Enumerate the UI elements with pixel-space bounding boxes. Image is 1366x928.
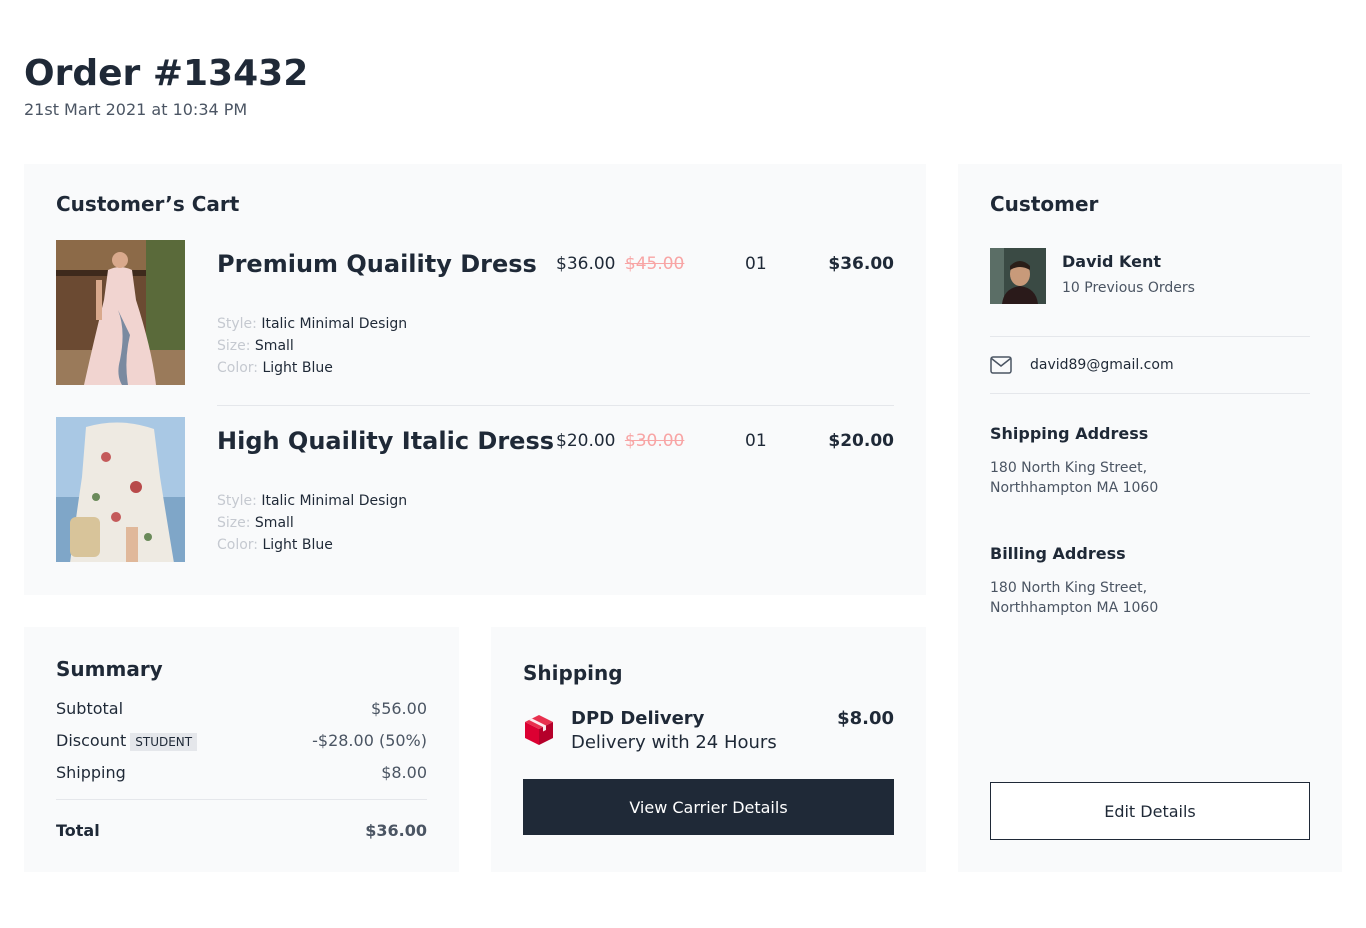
product-quantity: 01 xyxy=(745,431,767,451)
product-total: $36.00 xyxy=(828,254,894,274)
product-price: $20.00 $30.00 xyxy=(556,431,684,451)
customer-divider xyxy=(990,393,1310,394)
old-price: $45.00 xyxy=(624,254,685,274)
discount-row: Discount STUDENT -$28.00 (50%) xyxy=(56,731,427,751)
total-row: Total $36.00 xyxy=(56,821,427,840)
dpd-box-icon xyxy=(525,715,553,745)
attr-value: Italic Minimal Design xyxy=(261,493,408,509)
summary-panel: Summary Subtotal $56.00 Discount STUDENT … xyxy=(24,627,459,872)
product-attributes: Style: Italic Minimal Design Size: Small… xyxy=(217,490,407,556)
attr-value: Light Blue xyxy=(262,537,333,553)
attr-label: Style: xyxy=(217,493,257,509)
item-divider xyxy=(217,405,894,406)
product-total: $20.00 xyxy=(828,431,894,451)
shipping-address-title: Shipping Address xyxy=(990,424,1149,443)
product-price: $36.00 $45.00 xyxy=(556,254,684,274)
shipping-value: $8.00 xyxy=(381,763,427,782)
product-name[interactable]: Premium Quaility Dress xyxy=(217,250,537,278)
customer-divider xyxy=(990,336,1310,337)
summary-divider xyxy=(56,799,427,800)
avatar[interactable] xyxy=(990,248,1046,304)
current-price: $36.00 xyxy=(556,254,616,274)
attr-value: Italic Minimal Design xyxy=(261,316,408,332)
view-carrier-details-button[interactable]: View Carrier Details xyxy=(523,779,894,835)
color-attribute: Color: Light Blue xyxy=(217,357,407,379)
cart-item: High Quaility Italic Dress $20.00 $30.00… xyxy=(56,417,894,563)
subtotal-row: Subtotal $56.00 xyxy=(56,699,427,718)
attr-value: Light Blue xyxy=(262,360,333,376)
customer-panel: Customer David Kent 10 Previous Orders d… xyxy=(958,164,1342,872)
product-quantity: 01 xyxy=(745,254,767,274)
size-attribute: Size: Small xyxy=(217,512,407,534)
cart-title: Customer’s Cart xyxy=(56,192,240,216)
discount-value: -$28.00 (50%) xyxy=(312,731,427,751)
subtotal-label: Subtotal xyxy=(56,699,124,718)
billing-address-line: Northhampton MA 1060 xyxy=(990,600,1159,616)
previous-orders[interactable]: 10 Previous Orders xyxy=(1062,280,1195,296)
order-date: 21st Mart 2021 at 10:34 PM xyxy=(24,100,248,119)
shipping-panel: Shipping DPD Delivery Delivery with 24 H… xyxy=(491,627,926,872)
shipping-label: Shipping xyxy=(56,763,126,782)
discount-label-group: Discount STUDENT xyxy=(56,731,198,751)
current-price: $20.00 xyxy=(556,431,616,451)
size-attribute: Size: Small xyxy=(217,335,407,357)
avatar-photo xyxy=(990,248,1046,304)
product-attributes: Style: Italic Minimal Design Size: Small… xyxy=(217,313,407,379)
carrier-name: DPD Delivery xyxy=(571,708,705,729)
dress-photo-pink xyxy=(56,240,185,385)
billing-address-title: Billing Address xyxy=(990,544,1126,563)
shipping-address-line: 180 North King Street, xyxy=(990,460,1148,476)
page-header: Order #13432 21st Mart 2021 at 10:34 PM xyxy=(24,52,308,119)
edit-details-button[interactable]: Edit Details xyxy=(990,782,1310,840)
attr-value: Small xyxy=(254,338,294,354)
product-image[interactable] xyxy=(56,240,185,385)
product-image[interactable] xyxy=(56,417,185,562)
shipping-row: Shipping $8.00 xyxy=(56,763,427,782)
total-value: $36.00 xyxy=(365,821,427,840)
old-price: $30.00 xyxy=(624,431,685,451)
customer-email[interactable]: david89@gmail.com xyxy=(1030,357,1174,373)
billing-address-line: 180 North King Street, xyxy=(990,580,1148,596)
attr-label: Color: xyxy=(217,360,259,376)
total-label: Total xyxy=(56,821,100,840)
shipping-address-line: Northhampton MA 1060 xyxy=(990,480,1159,496)
customer-title: Customer xyxy=(990,192,1099,216)
attr-label: Size: xyxy=(217,515,251,531)
shipping-price: $8.00 xyxy=(837,708,894,729)
mail-icon xyxy=(990,356,1012,374)
style-attribute: Style: Italic Minimal Design xyxy=(217,490,407,512)
style-attribute: Style: Italic Minimal Design xyxy=(217,313,407,335)
attr-label: Color: xyxy=(217,537,259,553)
dress-photo-floral xyxy=(56,417,185,562)
customer-cart-panel: Customer’s Cart Premium Quaility Dress $… xyxy=(24,164,926,595)
product-name[interactable]: High Quaility Italic Dress xyxy=(217,427,554,455)
customer-name[interactable]: David Kent xyxy=(1062,252,1161,271)
discount-label: Discount xyxy=(56,731,127,750)
subtotal-value: $56.00 xyxy=(371,699,427,718)
attr-label: Size: xyxy=(217,338,251,354)
cart-item: Premium Quaility Dress $36.00 $45.00 01 … xyxy=(56,240,894,385)
order-title: Order #13432 xyxy=(24,53,309,94)
summary-title: Summary xyxy=(56,657,163,681)
attr-value: Small xyxy=(254,515,294,531)
color-attribute: Color: Light Blue xyxy=(217,534,407,556)
attr-label: Style: xyxy=(217,316,257,332)
shipping-title: Shipping xyxy=(523,661,623,685)
discount-badge: STUDENT xyxy=(130,732,198,751)
carrier-description: Delivery with 24 Hours xyxy=(571,732,777,753)
